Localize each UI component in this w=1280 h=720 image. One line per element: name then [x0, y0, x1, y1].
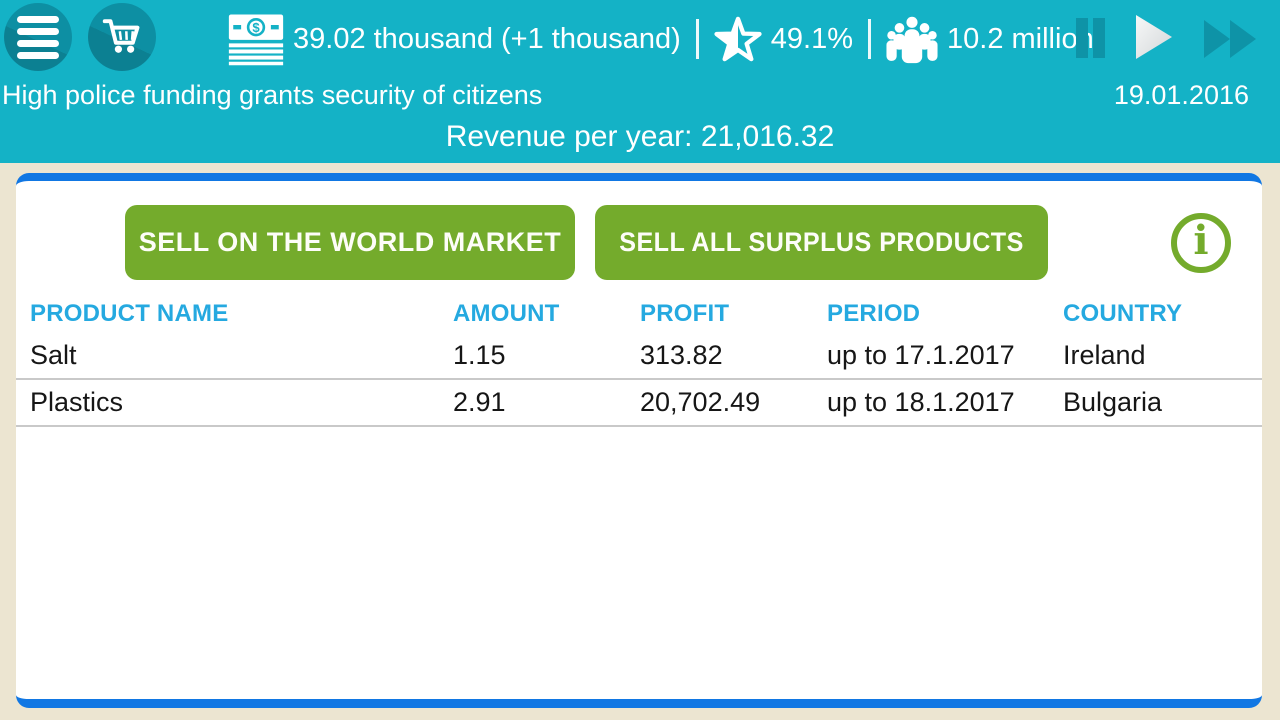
col-profit: PROFIT [640, 300, 730, 327]
cell-period: up to 17.1.2017 [827, 340, 1015, 370]
top-status-header: $ 39.02 thousand (+1 thousand) 49.1% 10.… [0, 0, 1280, 163]
table-header-row: PRODUCT NAME AMOUNT PROFIT PERIOD COUNTR… [16, 299, 1262, 333]
divider [868, 19, 872, 59]
divider [695, 19, 699, 59]
col-country: COUNTRY [1063, 300, 1183, 327]
info-icon: i [1193, 217, 1209, 264]
pause-button[interactable] [1076, 18, 1106, 58]
cell-amount: 1.15 [453, 340, 506, 370]
svg-text:$: $ [252, 20, 260, 35]
pause-icon [1076, 18, 1088, 58]
approval-star-icon [714, 16, 762, 62]
contracts-table: PRODUCT NAME AMOUNT PROFIT PERIOD COUNTR… [16, 299, 1262, 427]
shopping-cart-icon [102, 19, 140, 53]
money-value: 39.02 thousand (+1 thousand) [293, 22, 681, 55]
cell-amount: 2.91 [453, 387, 506, 417]
fast-forward-icon [1204, 20, 1256, 58]
revenue-value: 21,016.32 [700, 120, 835, 153]
news-ticker: High police funding grants security of c… [2, 80, 543, 110]
cell-country: Bulgaria [1063, 387, 1163, 417]
world-market-panel: SELL ON THE WORLD MARKET SELL ALL SURPLU… [16, 173, 1262, 708]
sell-world-market-button[interactable]: SELL ON THE WORLD MARKET [125, 205, 575, 280]
hamburger-menu-icon [17, 15, 59, 59]
play-icon [1136, 15, 1172, 59]
table-row[interactable]: Plastics 2.91 20,702.49 up to 18.1.2017 … [16, 380, 1262, 427]
col-product-name: PRODUCT NAME [30, 300, 229, 327]
cell-period: up to 18.1.2017 [827, 387, 1015, 417]
col-amount: AMOUNT [453, 300, 560, 327]
news-row: High police funding grants security of c… [0, 80, 1280, 114]
status-bar: $ 39.02 thousand (+1 thousand) 49.1% 10.… [0, 0, 1280, 78]
game-screen: $ 39.02 thousand (+1 thousand) 49.1% 10.… [0, 0, 1280, 720]
cell-profit: 20,702.49 [640, 387, 761, 417]
cell-product: Plastics [30, 387, 124, 417]
cell-product: Salt [30, 340, 77, 370]
cart-button[interactable] [88, 3, 156, 71]
revenue-line: Revenue per year: 21,016.32 [0, 120, 1280, 154]
menu-button[interactable] [4, 3, 72, 71]
table-row[interactable]: Salt 1.15 313.82 up to 17.1.2017 Ireland [16, 333, 1262, 380]
revenue-label: Revenue per year: [445, 120, 693, 153]
approval-value: 49.1% [770, 22, 854, 55]
col-period: PERIOD [827, 300, 921, 327]
population-icon [886, 16, 938, 64]
game-date: 19.01.2016 [1113, 80, 1249, 110]
cell-profit: 313.82 [640, 340, 723, 370]
cell-country: Ireland [1063, 340, 1146, 370]
play-button[interactable] [1136, 15, 1172, 62]
time-controls [1070, 0, 1280, 78]
fast-forward-button[interactable] [1204, 20, 1256, 61]
money-icon: $ [228, 14, 284, 66]
country-stats: $ 39.02 thousand (+1 thousand) 49.1% 10.… [228, 0, 1094, 78]
sell-all-surplus-button[interactable]: SELL ALL SURPLUS PRODUCTS [595, 205, 1048, 280]
info-button[interactable]: i [1171, 213, 1231, 273]
